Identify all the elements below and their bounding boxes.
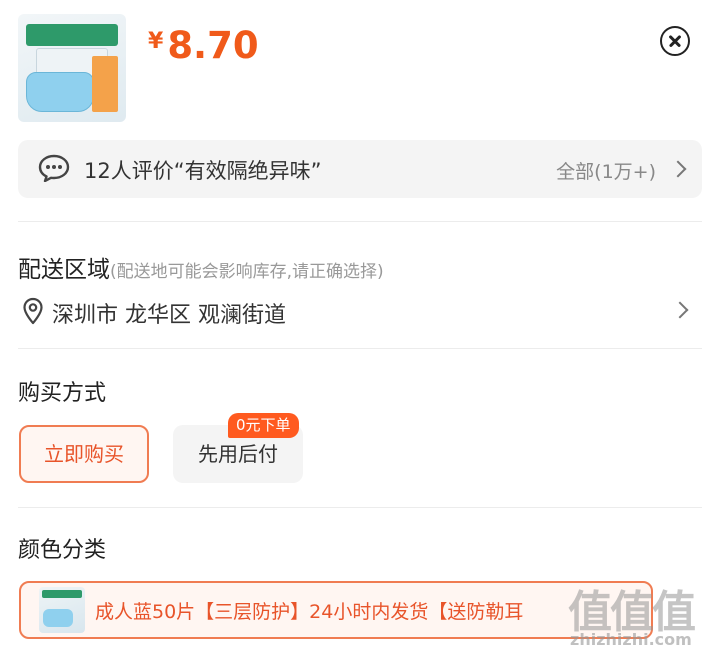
divider [18,507,702,508]
buy-now-option[interactable]: 立即购买 [19,425,149,483]
color-category-title: 颜色分类 [18,538,107,563]
thumbnail-mask [26,72,94,112]
chat-bubble-icon [38,154,70,182]
review-summary-text: 12人评价“有效隔绝异味” [84,159,322,183]
divider [18,221,702,222]
chevron-right-icon[interactable] [671,301,689,319]
divider [18,348,702,349]
thumbnail-box-top [26,24,118,46]
delivery-area-hint: (配送地可能会影响库存,请正确选择) [110,262,384,282]
product-thumbnail[interactable] [18,14,126,122]
close-icon[interactable] [660,26,690,56]
thumbnail-package [92,56,118,112]
variant-thumb-box [42,590,82,598]
site-watermark: 值值值 zhizhizhi.com [568,576,714,658]
delivery-address[interactable]: 深圳市 龙华区 观澜街道 [52,297,286,329]
chevron-right-icon [669,160,687,178]
product-price: ¥8.70 [148,24,259,67]
variant-label: 成人蓝50片【三层防护】24小时内发货【送防勒耳 [95,601,524,623]
variant-thumbnail [39,587,85,633]
watermark-url: zhizhizhi.com [570,630,692,649]
currency-symbol: ¥ [148,29,164,54]
variant-thumb-mask [43,609,73,627]
review-summary-bar[interactable]: 12人评价“有效隔绝异味” 全部(1万+) [18,140,702,198]
delivery-area-title: 配送区域(配送地可能会影响库存,请正确选择) [18,250,384,284]
variant-option-selected[interactable]: 成人蓝50片【三层防护】24小时内发货【送防勒耳 [19,581,653,639]
price-value: 8.70 [167,24,259,67]
all-reviews-link[interactable]: 全部(1万+) [556,157,656,184]
purchase-method-title: 购买方式 [18,381,107,406]
delivery-area-label: 配送区域 [18,257,110,283]
zero-down-badge: 0元下单 [228,413,299,438]
location-pin-icon [23,297,43,325]
